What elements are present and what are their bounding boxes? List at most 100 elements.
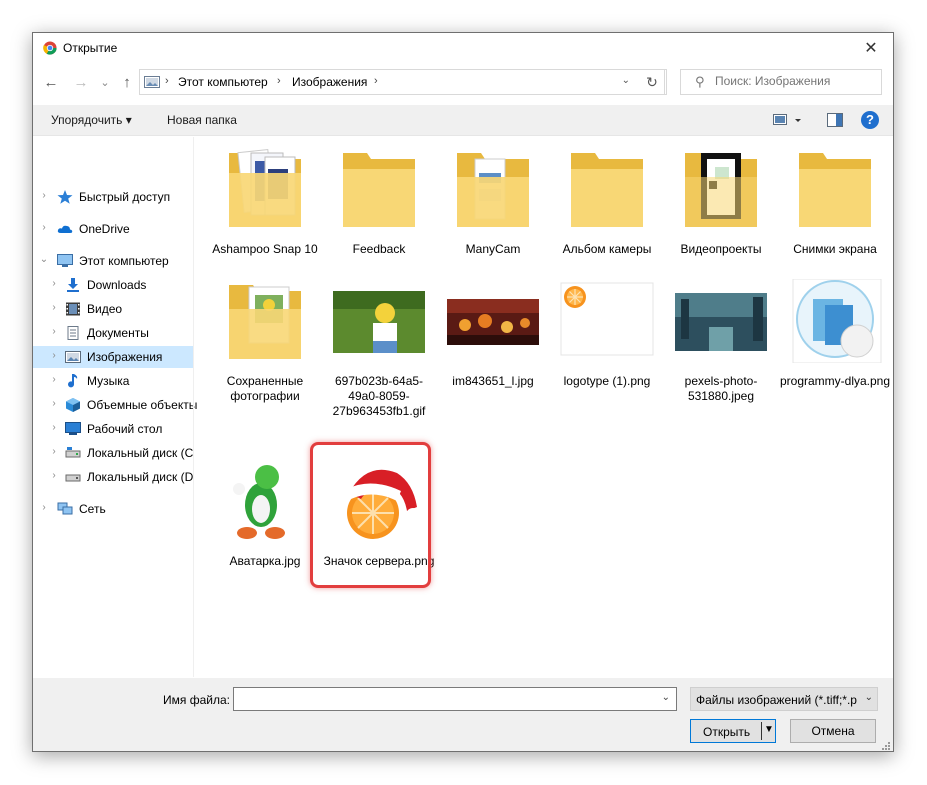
- sidebar-item-network[interactable]: › Сеть: [33, 498, 193, 520]
- file-name: Аватарка.jpg: [229, 554, 301, 568]
- breadcrumb-this-pc[interactable]: Этот компьютер: [178, 75, 268, 89]
- chevron-down-icon: ⌄: [864, 692, 873, 703]
- video-icon: [66, 302, 80, 316]
- selection-highlight-frame: [310, 442, 431, 588]
- up-button[interactable]: ↑: [117, 72, 137, 92]
- resize-grip-icon[interactable]: [881, 741, 891, 751]
- organize-button[interactable]: Упорядочить ▾: [51, 113, 132, 127]
- chevron-right-icon[interactable]: ›: [39, 190, 49, 201]
- open-button-label: Открыть: [703, 725, 751, 739]
- chevron-right-icon[interactable]: ›: [49, 374, 59, 385]
- file-name: im843651_l.jpg: [452, 374, 534, 388]
- image-thumbnail: [675, 293, 767, 351]
- sidebar-item-disk-c[interactable]: › Локальный диск (C: [33, 442, 193, 464]
- chevron-right-icon[interactable]: ›: [49, 470, 59, 481]
- file-name: 697b023b-64a5-49a0-8059-27b963453fb1.gif: [332, 374, 426, 418]
- sidebar-item-pictures[interactable]: › Изображения: [33, 346, 193, 368]
- chevron-right-icon[interactable]: ›: [49, 326, 59, 337]
- chevron-right-icon[interactable]: ›: [39, 502, 49, 513]
- search-input[interactable]: [713, 73, 877, 89]
- sidebar-item-label: Этот компьютер: [79, 254, 169, 268]
- chevron-down-icon[interactable]: ⌄: [39, 254, 49, 265]
- file-name: Снимки экрана: [793, 242, 877, 256]
- new-folder-button[interactable]: Новая папка: [167, 113, 237, 127]
- refresh-button[interactable]: ↻: [638, 69, 667, 95]
- change-view-icon[interactable]: [773, 113, 803, 127]
- filename-field[interactable]: ⌄: [233, 687, 677, 711]
- folder-icon: [229, 149, 301, 227]
- download-icon: [67, 278, 79, 292]
- file-name: Feedback: [352, 242, 406, 256]
- chevron-right-icon[interactable]: ›: [49, 398, 59, 409]
- drive-icon: [65, 447, 81, 458]
- chevron-right-icon[interactable]: ›: [49, 278, 59, 289]
- 3d-objects-icon: [66, 398, 80, 412]
- chevron-right-icon[interactable]: ›: [49, 422, 59, 433]
- sidebar-item-label: Музыка: [87, 374, 130, 388]
- breadcrumb-pictures[interactable]: Изображения: [292, 75, 367, 89]
- address-bar[interactable]: › Этот компьютер › Изображения › ⌄: [139, 69, 665, 95]
- sidebar-item-label: Локальный диск (C: [87, 446, 194, 460]
- computer-icon: [57, 254, 73, 267]
- window-title: Открытие: [63, 41, 118, 55]
- sidebar-item-documents[interactable]: › Документы: [33, 322, 193, 344]
- forward-arrow-icon: →: [73, 73, 89, 91]
- footer-bar: Имя файла: ⌄ Файлы изображений (*.tiff;*…: [33, 678, 893, 751]
- file-name: pexels-photo-531880.jpeg: [684, 374, 758, 403]
- address-dropdown-icon[interactable]: ⌄: [622, 75, 630, 86]
- open-dropdown-icon[interactable]: ▼: [764, 724, 774, 735]
- sidebar-item-label: Рабочий стол: [87, 422, 163, 436]
- sidebar-item-onedrive[interactable]: › OneDrive: [33, 218, 193, 240]
- image-thumbnail: [447, 299, 539, 345]
- sidebar-item-label: Документы: [87, 326, 149, 340]
- sidebar-item-label: OneDrive: [79, 222, 130, 236]
- preview-pane-icon[interactable]: [827, 113, 843, 127]
- close-button[interactable]: ✕: [849, 33, 893, 63]
- open-file-dialog: Открытие ✕ ← → ⌄ ↑ › Этот компьютер › Из…: [32, 32, 894, 752]
- documents-icon: [67, 326, 79, 340]
- breadcrumb-separator: ›: [165, 75, 169, 87]
- chevron-right-icon[interactable]: ›: [39, 222, 49, 233]
- pane-divider[interactable]: [193, 137, 194, 677]
- image-thumbnail: [560, 282, 654, 356]
- help-icon[interactable]: ?: [861, 111, 879, 129]
- back-button[interactable]: ←: [41, 72, 61, 92]
- sidebar-item-video[interactable]: › Видео: [33, 298, 193, 320]
- navigation-row: ← → ⌄ ↑ › Этот компьютер › Изображения ›…: [33, 63, 893, 103]
- open-button[interactable]: Открыть ▼: [690, 719, 776, 743]
- sidebar-item-label: Быстрый доступ: [79, 190, 171, 204]
- cancel-button[interactable]: Отмена: [790, 719, 876, 743]
- chevron-right-icon[interactable]: ›: [49, 350, 59, 361]
- pictures-icon: [144, 76, 160, 88]
- sidebar-item-label: Объемные объекты: [87, 398, 198, 412]
- filetype-select[interactable]: Файлы изображений (*.tiff;*.p ⌄: [690, 687, 878, 711]
- forward-button[interactable]: →: [71, 72, 91, 92]
- chevron-right-icon[interactable]: ›: [49, 446, 59, 457]
- title-bar[interactable]: Открытие ✕: [33, 33, 893, 63]
- breadcrumb-separator: ›: [374, 75, 378, 87]
- sidebar-item-downloads[interactable]: › Downloads: [33, 274, 193, 296]
- chevron-right-icon[interactable]: ›: [49, 302, 59, 313]
- folder-icon: [457, 153, 529, 227]
- music-icon: [68, 374, 78, 388]
- navigation-pane: › Быстрый доступ › OneDrive ⌄ Этот компь…: [33, 137, 197, 677]
- search-box[interactable]: ⚲: [680, 69, 882, 95]
- pictures-icon: [65, 351, 81, 363]
- file-name: Альбом камеры: [562, 242, 652, 256]
- sidebar-item-disk-d[interactable]: › Локальный диск (D: [33, 466, 193, 488]
- sidebar-item-label: Видео: [87, 302, 123, 316]
- sidebar-item-music[interactable]: › Музыка: [33, 370, 193, 392]
- sidebar-item-this-pc[interactable]: ⌄ Этот компьютер: [33, 250, 193, 272]
- file-list: Ashampoo Snap 10 Feedback ManyCam Альбом…: [209, 137, 890, 677]
- chevron-down-icon[interactable]: ⌄: [662, 692, 670, 703]
- recent-locations-button[interactable]: ⌄: [95, 72, 115, 92]
- sidebar-item-quick-access[interactable]: › Быстрый доступ: [33, 186, 193, 208]
- file-name: Сохраненные фотографии: [226, 374, 304, 403]
- sidebar-item-desktop[interactable]: › Рабочий стол: [33, 418, 193, 440]
- folder-icon: [685, 153, 757, 227]
- chrome-icon: [43, 41, 57, 55]
- sidebar-item-3d-objects[interactable]: › Объемные объекты: [33, 394, 197, 416]
- file-name: Видеопроекты: [680, 242, 762, 256]
- image-thumbnail: [223, 459, 307, 543]
- sidebar-item-label: Сеть: [79, 502, 106, 516]
